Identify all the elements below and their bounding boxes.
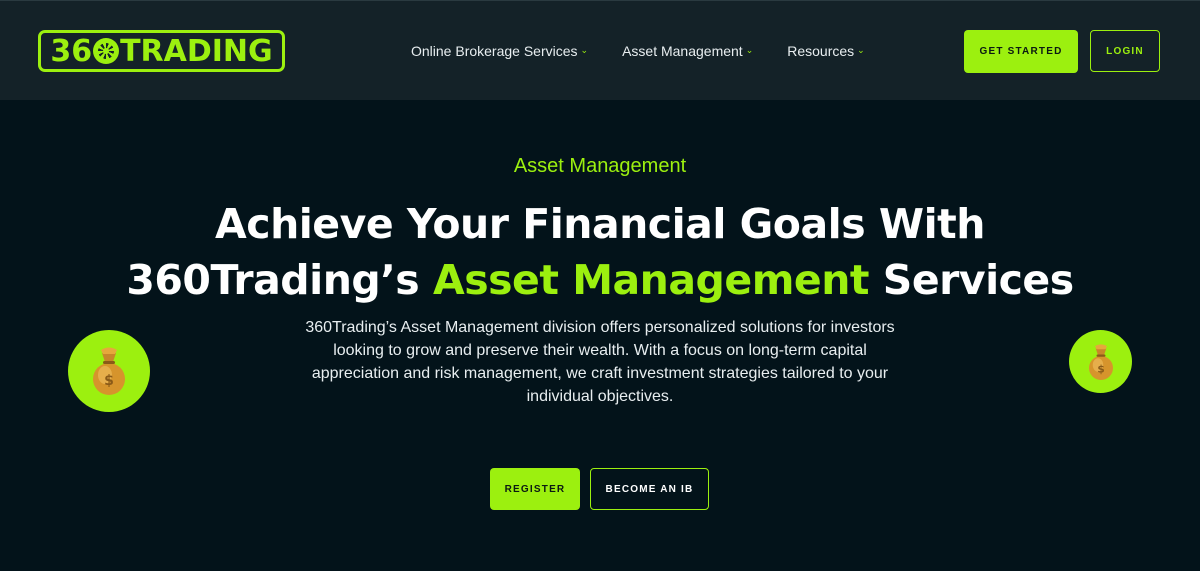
logo[interactable]: 36 TRADING [38,30,285,72]
nav-item-label: Online Brokerage Services [411,43,578,59]
nav-item-label: Asset Management [622,43,743,59]
nav-item-resources[interactable]: Resources ⌄ [787,43,864,59]
main-nav: Online Brokerage Services ⌄ Asset Manage… [411,43,865,59]
headline-line2-prefix: 360Trading’s [126,256,433,304]
logo-wheel-icon [93,38,120,64]
logo-prefix: 36 [50,33,93,69]
svg-text:$: $ [1097,363,1104,375]
chevron-down-icon: ⌄ [580,44,589,55]
nav-item-asset-management[interactable]: Asset Management ⌄ [622,43,753,59]
page-title: Achieve Your Financial Goals With 360Tra… [0,196,1200,308]
nav-item-online-brokerage[interactable]: Online Brokerage Services ⌄ [411,43,588,59]
get-started-button[interactable]: GET STARTED [964,30,1078,73]
become-ib-button[interactable]: BECOME AN IB [590,468,709,510]
chevron-down-icon: ⌄ [745,44,754,55]
headline-line2-suffix: Services [869,256,1074,304]
svg-text:$: $ [104,373,114,389]
site-header: 36 TRADING Online Brokerage Services ⌄ A… [0,0,1200,100]
login-button[interactable]: LOGIN [1090,30,1160,72]
register-button[interactable]: REGISTER [490,468,580,510]
chevron-down-icon: ⌄ [857,44,865,55]
section-eyebrow: Asset Management [513,155,687,177]
money-bag-icon: $ [1069,330,1132,393]
logo-suffix: TRADING [120,33,273,69]
nav-item-label: Resources [787,43,855,59]
money-bag-icon: $ [68,330,150,412]
hero-description: 360Trading’s Asset Management division o… [305,319,895,405]
headline-line1: Achieve Your Financial Goals With [215,200,985,248]
headline-line2-accent: Asset Management [433,256,870,304]
